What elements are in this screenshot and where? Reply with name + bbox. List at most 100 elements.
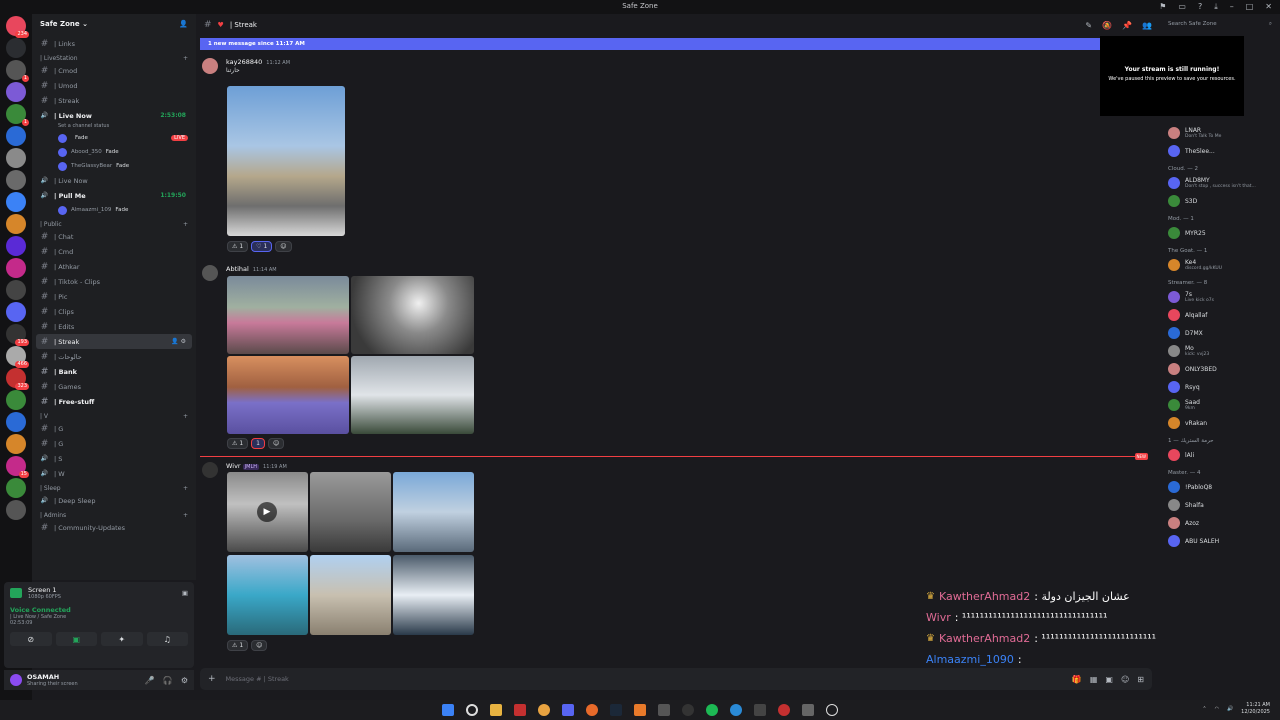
server-icon[interactable]: 234 bbox=[6, 16, 29, 38]
member-item[interactable]: Shalfa bbox=[1160, 496, 1280, 514]
avatar[interactable] bbox=[202, 265, 218, 281]
voice-channel-pull-me[interactable]: 🔊 | Pull Me 1:19:50 bbox=[36, 188, 192, 203]
member-item[interactable]: MYR25 bbox=[1160, 224, 1280, 242]
channel-item[interactable]: # | Cmd bbox=[36, 244, 192, 259]
start-icon[interactable] bbox=[442, 704, 454, 716]
channel-category[interactable]: | Public + bbox=[40, 221, 188, 228]
attachment-image[interactable] bbox=[227, 86, 345, 236]
member-item[interactable]: Alqallaf bbox=[1160, 306, 1280, 324]
channel-item[interactable]: # | Chat bbox=[36, 229, 192, 244]
member-item[interactable]: S3D bbox=[1160, 192, 1280, 210]
server-icon[interactable] bbox=[6, 500, 26, 520]
server-icon[interactable] bbox=[6, 170, 26, 190]
voice-user[interactable]: Almaazmi_109 Fade bbox=[36, 203, 192, 217]
obs-icon[interactable] bbox=[682, 704, 694, 716]
member-item[interactable]: ALD8MY Don't stop , success isn't that... bbox=[1160, 174, 1280, 192]
channel-item[interactable]: # | G bbox=[36, 436, 192, 451]
server-icon[interactable] bbox=[6, 434, 26, 454]
server-header[interactable]: Safe Zone ⌄ 👤 bbox=[32, 14, 196, 36]
chrome-icon[interactable] bbox=[538, 704, 550, 716]
attachment-image[interactable] bbox=[351, 356, 474, 434]
channel-status[interactable]: Set a channel status bbox=[36, 123, 192, 131]
add-member-icon[interactable]: 👤 bbox=[179, 20, 188, 30]
window-icon[interactable]: ▭ bbox=[1178, 2, 1186, 12]
member-item[interactable]: Ke4 discord.gg/kKUU bbox=[1160, 256, 1280, 274]
channel-item[interactable]: # | Athkar bbox=[36, 259, 192, 274]
emoji-icon[interactable]: ☺ bbox=[1121, 675, 1129, 684]
channel-item[interactable]: # | Cmod bbox=[36, 63, 192, 78]
inbox-icon[interactable]: ⚑ bbox=[1159, 2, 1166, 12]
server-icon[interactable] bbox=[6, 390, 26, 410]
camera-button[interactable]: ⊘ bbox=[10, 632, 52, 646]
new-messages-bar[interactable]: 1 new message since 11:17 AM bbox=[200, 38, 1152, 50]
search-input[interactable]: Search Safe Zone ⌕ bbox=[1164, 18, 1276, 32]
member-item[interactable]: TheSlee... bbox=[1160, 142, 1280, 160]
vlc-icon[interactable] bbox=[634, 704, 646, 716]
attachment-image[interactable] bbox=[227, 276, 349, 354]
voice-channel-live-now[interactable]: 🔊 | Live Now bbox=[36, 173, 192, 188]
maximize-icon[interactable]: □ bbox=[1246, 2, 1254, 12]
voice-user[interactable]: Abood_350 Fade bbox=[36, 145, 192, 159]
members-icon[interactable]: 👥 bbox=[1142, 21, 1152, 30]
notification-icon[interactable]: 🔕 bbox=[1102, 21, 1112, 30]
member-item[interactable]: Azoz bbox=[1160, 514, 1280, 532]
member-item[interactable]: D7MX bbox=[1160, 324, 1280, 342]
app-icon[interactable] bbox=[658, 704, 670, 716]
channel-item[interactable]: # | Bank bbox=[36, 364, 192, 379]
reaction[interactable]: ♡ 1 bbox=[251, 241, 273, 252]
gift-icon[interactable]: 🎁 bbox=[1072, 675, 1082, 684]
member-item[interactable]: Rsyq bbox=[1160, 378, 1280, 396]
server-icon[interactable] bbox=[6, 258, 26, 278]
sticker-icon[interactable]: ▣ bbox=[1105, 675, 1113, 684]
chevron-up-icon[interactable]: ⌃ bbox=[1202, 706, 1206, 712]
channel-item[interactable]: # | Free-stuff bbox=[36, 394, 192, 409]
add-channel-icon[interactable]: + bbox=[183, 485, 188, 492]
attachment-image[interactable] bbox=[393, 555, 474, 635]
attachment-image[interactable] bbox=[351, 276, 474, 354]
channel-item[interactable]: # | Tiktok - Clips bbox=[36, 274, 192, 289]
server-icon[interactable] bbox=[6, 82, 26, 102]
firefox-icon[interactable] bbox=[586, 704, 598, 716]
app-icon[interactable] bbox=[826, 704, 838, 716]
play-icon[interactable]: ▶ bbox=[257, 502, 277, 522]
reaction[interactable]: ⚠ 1 bbox=[227, 438, 249, 449]
clock[interactable]: 11:21 AM 12/20/2025 bbox=[1241, 702, 1270, 716]
server-icon[interactable] bbox=[6, 412, 26, 432]
avatar[interactable] bbox=[10, 674, 22, 686]
download-icon[interactable]: ⤓ bbox=[1214, 2, 1218, 12]
reaction[interactable]: ⚠ 1 bbox=[227, 241, 249, 252]
channel-item[interactable]: 🔊 | W bbox=[36, 466, 192, 481]
add-reaction-button[interactable]: ☺ bbox=[275, 241, 292, 252]
share-screen-button[interactable]: ▣ bbox=[55, 632, 97, 646]
channel-settings-icon[interactable]: 👤 ⚙ bbox=[171, 338, 186, 345]
server-icon[interactable]: 466 bbox=[6, 346, 29, 368]
channel-category[interactable]: | LiveStation + bbox=[40, 55, 188, 62]
channel-category[interactable]: | Admins + bbox=[40, 512, 188, 519]
channel-item-streak[interactable]: # | Streak 👤 ⚙ bbox=[36, 334, 192, 349]
channel-item[interactable]: 🔊 | Deep Sleep bbox=[36, 493, 192, 508]
member-item[interactable]: ONLY3BED bbox=[1160, 360, 1280, 378]
message-author[interactable]: kay268840 bbox=[226, 58, 262, 66]
mute-icon[interactable]: 🎤 bbox=[145, 676, 155, 685]
channel-category[interactable]: | Sleep + bbox=[40, 485, 188, 492]
help-icon[interactable]: ? bbox=[1198, 2, 1202, 12]
channel-item[interactable]: # | Umod bbox=[36, 78, 192, 93]
activities-button[interactable]: ✦ bbox=[101, 632, 143, 646]
server-icon[interactable]: 193 bbox=[6, 324, 29, 346]
channel-item[interactable]: # | Games bbox=[36, 379, 192, 394]
server-icon[interactable] bbox=[6, 38, 26, 58]
search-icon[interactable] bbox=[466, 704, 478, 716]
stream-settings-icon[interactable]: ▣ bbox=[182, 589, 188, 597]
media-icon[interactable] bbox=[514, 704, 526, 716]
server-icon[interactable]: 1 bbox=[6, 60, 29, 82]
spotify-icon[interactable] bbox=[706, 704, 718, 716]
apps-icon[interactable]: ⊞ bbox=[1137, 675, 1144, 684]
server-icon[interactable] bbox=[6, 126, 26, 146]
minimize-icon[interactable]: – bbox=[1230, 2, 1234, 12]
channel-item[interactable]: # | Links bbox=[36, 36, 192, 51]
channel-item[interactable]: # | Community-Updates bbox=[36, 520, 192, 535]
attachment-image[interactable] bbox=[310, 472, 391, 552]
member-item[interactable]: vRakan bbox=[1160, 414, 1280, 432]
deafen-icon[interactable]: 🎧 bbox=[163, 676, 173, 685]
add-attachment-icon[interactable]: + bbox=[208, 674, 216, 684]
